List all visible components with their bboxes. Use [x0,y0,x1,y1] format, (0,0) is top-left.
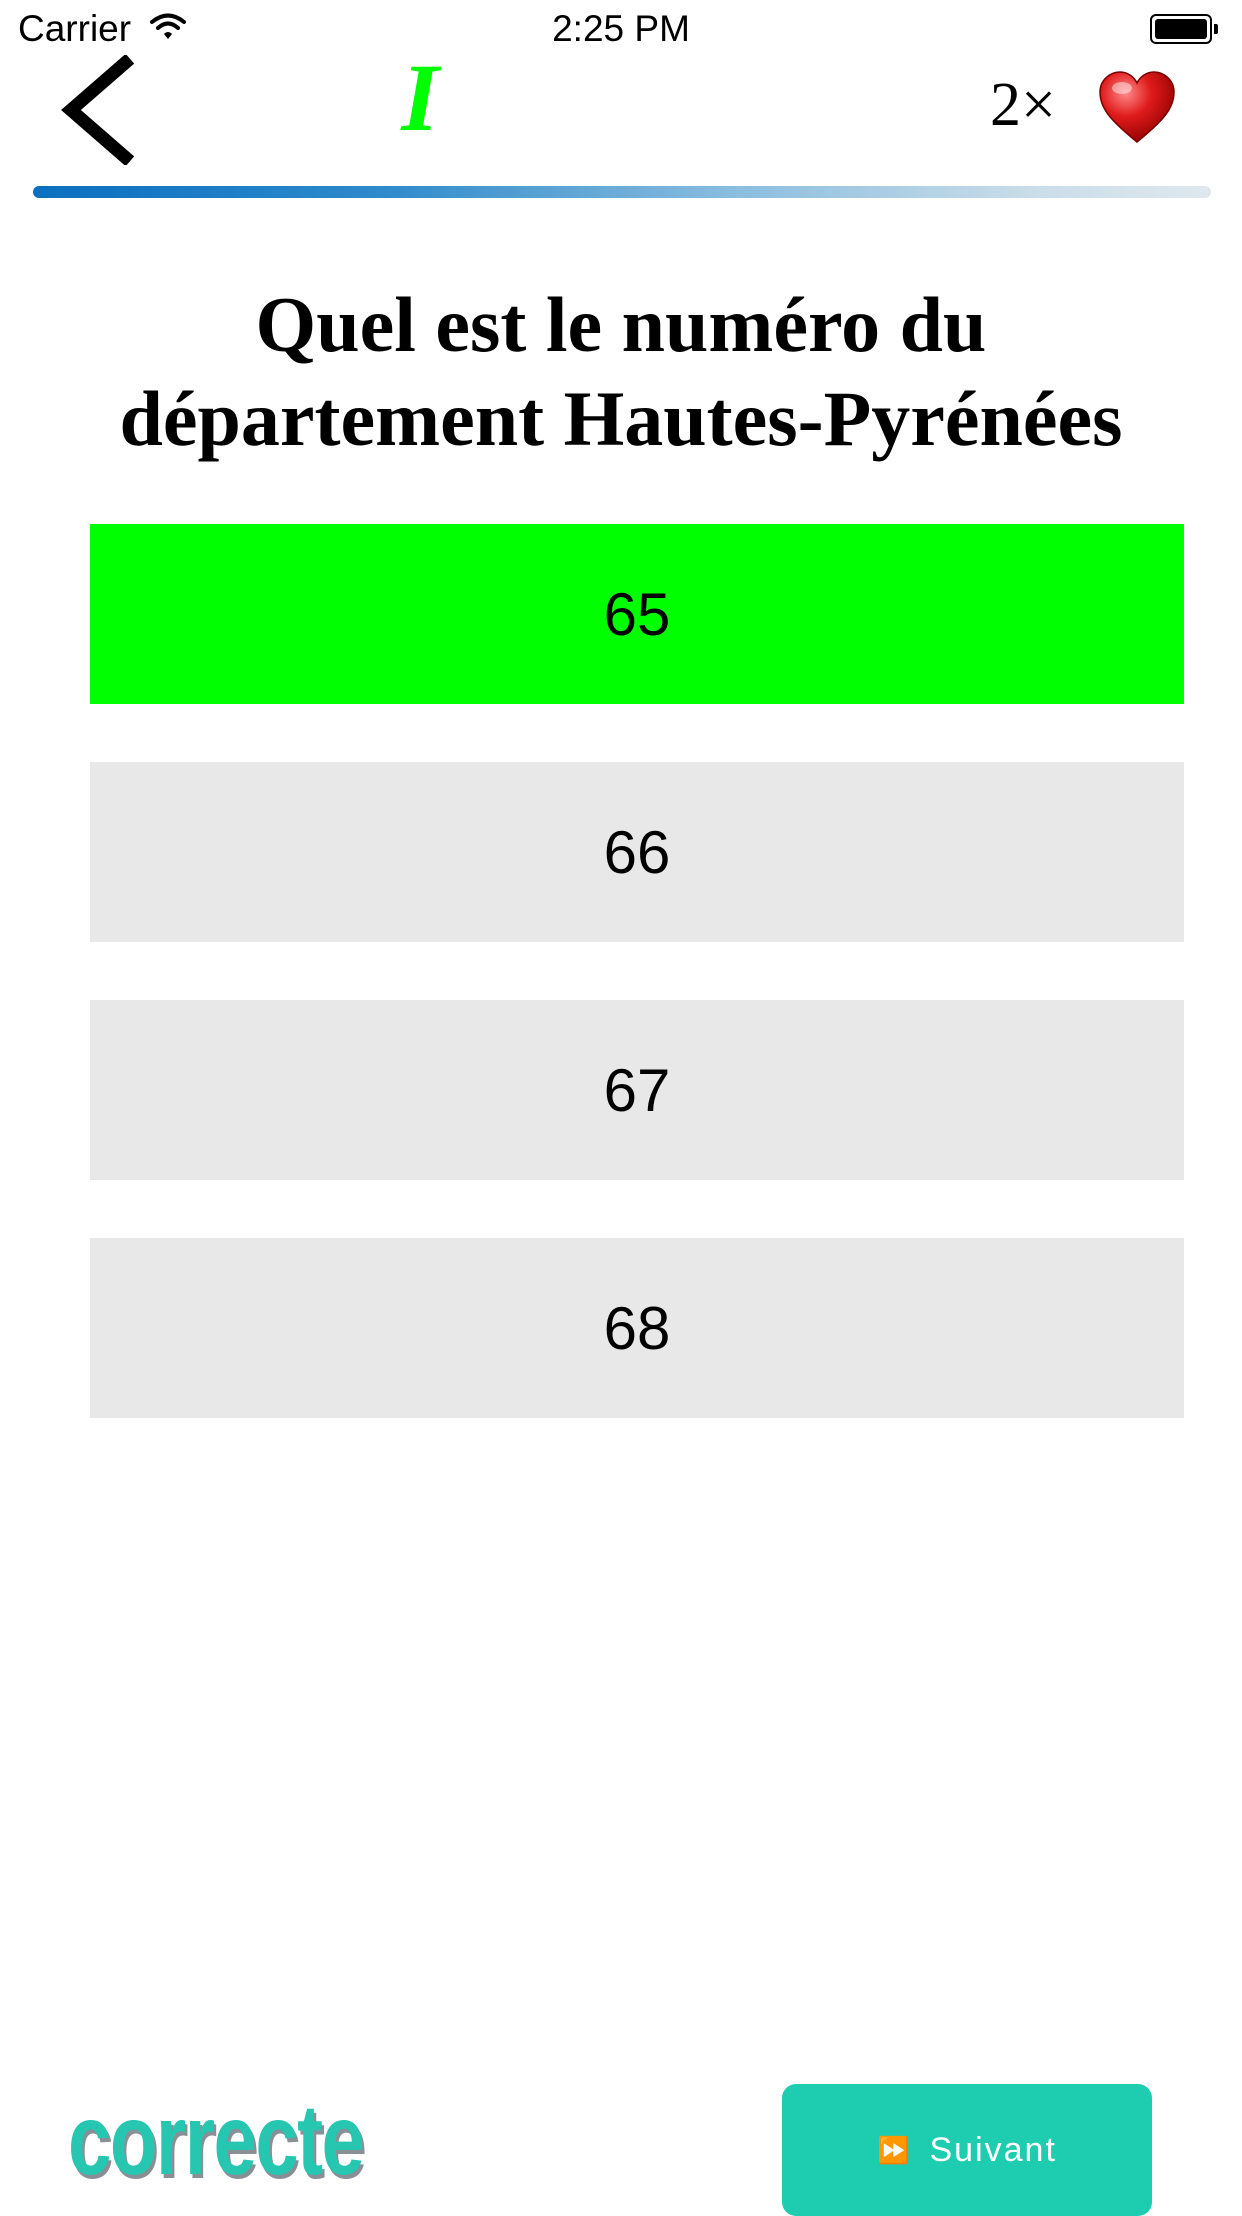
answer-option-66[interactable]: 66 [90,762,1184,942]
question-line: Quel est le numéro du [255,281,987,368]
status-bar: Carrier 2:25 PM [0,0,1242,60]
question-line: département Hautes-Pyrénées [119,375,1123,462]
lives-count: 2× [990,71,1056,139]
next-button-label: Suivant [929,2130,1057,2169]
next-button[interactable]: ⏩ Suivant [782,2084,1152,2216]
clock: 2:25 PM [552,8,690,49]
question-text: Quel est le numéro du département Hautes… [40,278,1202,466]
progress-bar [33,186,1211,198]
fast-forward-icon: ⏩ [877,2134,912,2165]
battery-icon [1150,14,1218,44]
heart-icon [1099,71,1175,143]
result-label: correcte [68,2084,365,2196]
answer-option-68[interactable]: 68 [90,1238,1184,1418]
back-button[interactable] [55,53,145,167]
level-indicator: I [401,44,439,151]
chevron-left-icon [61,53,135,167]
answer-option-67[interactable]: 67 [90,1000,1184,1180]
answer-option-65[interactable]: 65 [90,524,1184,704]
